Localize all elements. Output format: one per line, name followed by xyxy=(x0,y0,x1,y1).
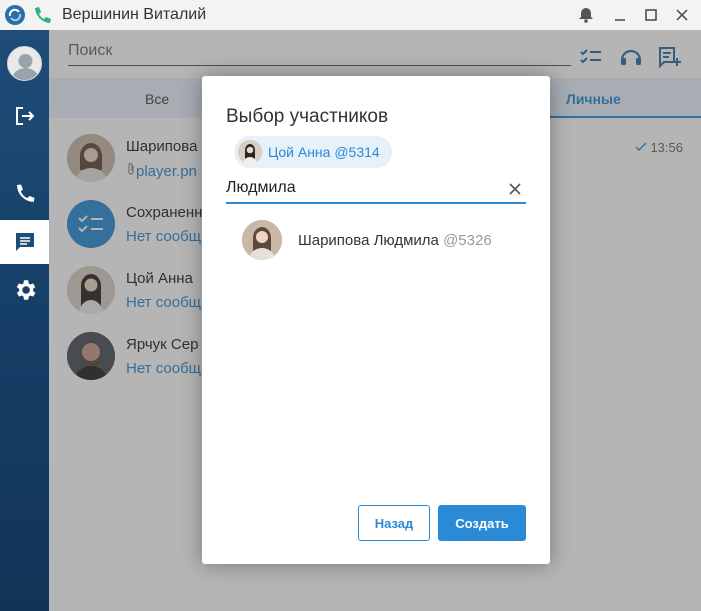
app-logo-icon xyxy=(5,5,25,25)
clear-icon[interactable] xyxy=(508,182,522,196)
user-silhouette-icon xyxy=(12,54,39,80)
logout-button[interactable] xyxy=(0,94,49,138)
result-tag: @5326 xyxy=(443,232,492,249)
gear-icon xyxy=(16,280,35,300)
chip-label: Цой Анна @5314 xyxy=(268,144,380,160)
search-result-item[interactable]: Шарипова Людмила @5326 xyxy=(202,216,550,266)
close-window-icon[interactable] xyxy=(672,5,692,25)
messages-button[interactable] xyxy=(0,220,49,264)
select-participants-dialog: Выбор участников Цой Анна @5314 Людмила … xyxy=(202,76,550,564)
window-title: Вершинин Виталий xyxy=(62,6,207,23)
selected-participant-chip[interactable]: Цой Анна @5314 xyxy=(234,136,392,168)
sidebar-rail xyxy=(0,30,49,611)
participant-search-input[interactable]: Людмила xyxy=(226,176,526,204)
dialog-title: Выбор участников xyxy=(226,106,389,127)
phone-icon xyxy=(16,184,34,202)
sip-phone-icon xyxy=(35,7,51,23)
back-button[interactable]: Назад xyxy=(358,505,430,541)
result-name: Шарипова Людмила @5326 xyxy=(298,232,492,249)
minimize-icon[interactable] xyxy=(610,5,630,25)
maximize-icon[interactable] xyxy=(641,5,661,25)
settings-button[interactable] xyxy=(0,268,49,312)
avatar xyxy=(242,220,282,260)
title-bar: Вершинин Виталий xyxy=(0,0,701,30)
create-button[interactable]: Создать xyxy=(438,505,526,541)
avatar xyxy=(238,140,262,164)
logout-icon xyxy=(15,107,34,125)
calls-button[interactable] xyxy=(0,172,49,216)
chat-icon xyxy=(15,233,34,251)
search-value: Людмила xyxy=(226,179,296,196)
notification-bell-icon[interactable] xyxy=(576,5,596,25)
user-avatar[interactable] xyxy=(7,46,42,81)
